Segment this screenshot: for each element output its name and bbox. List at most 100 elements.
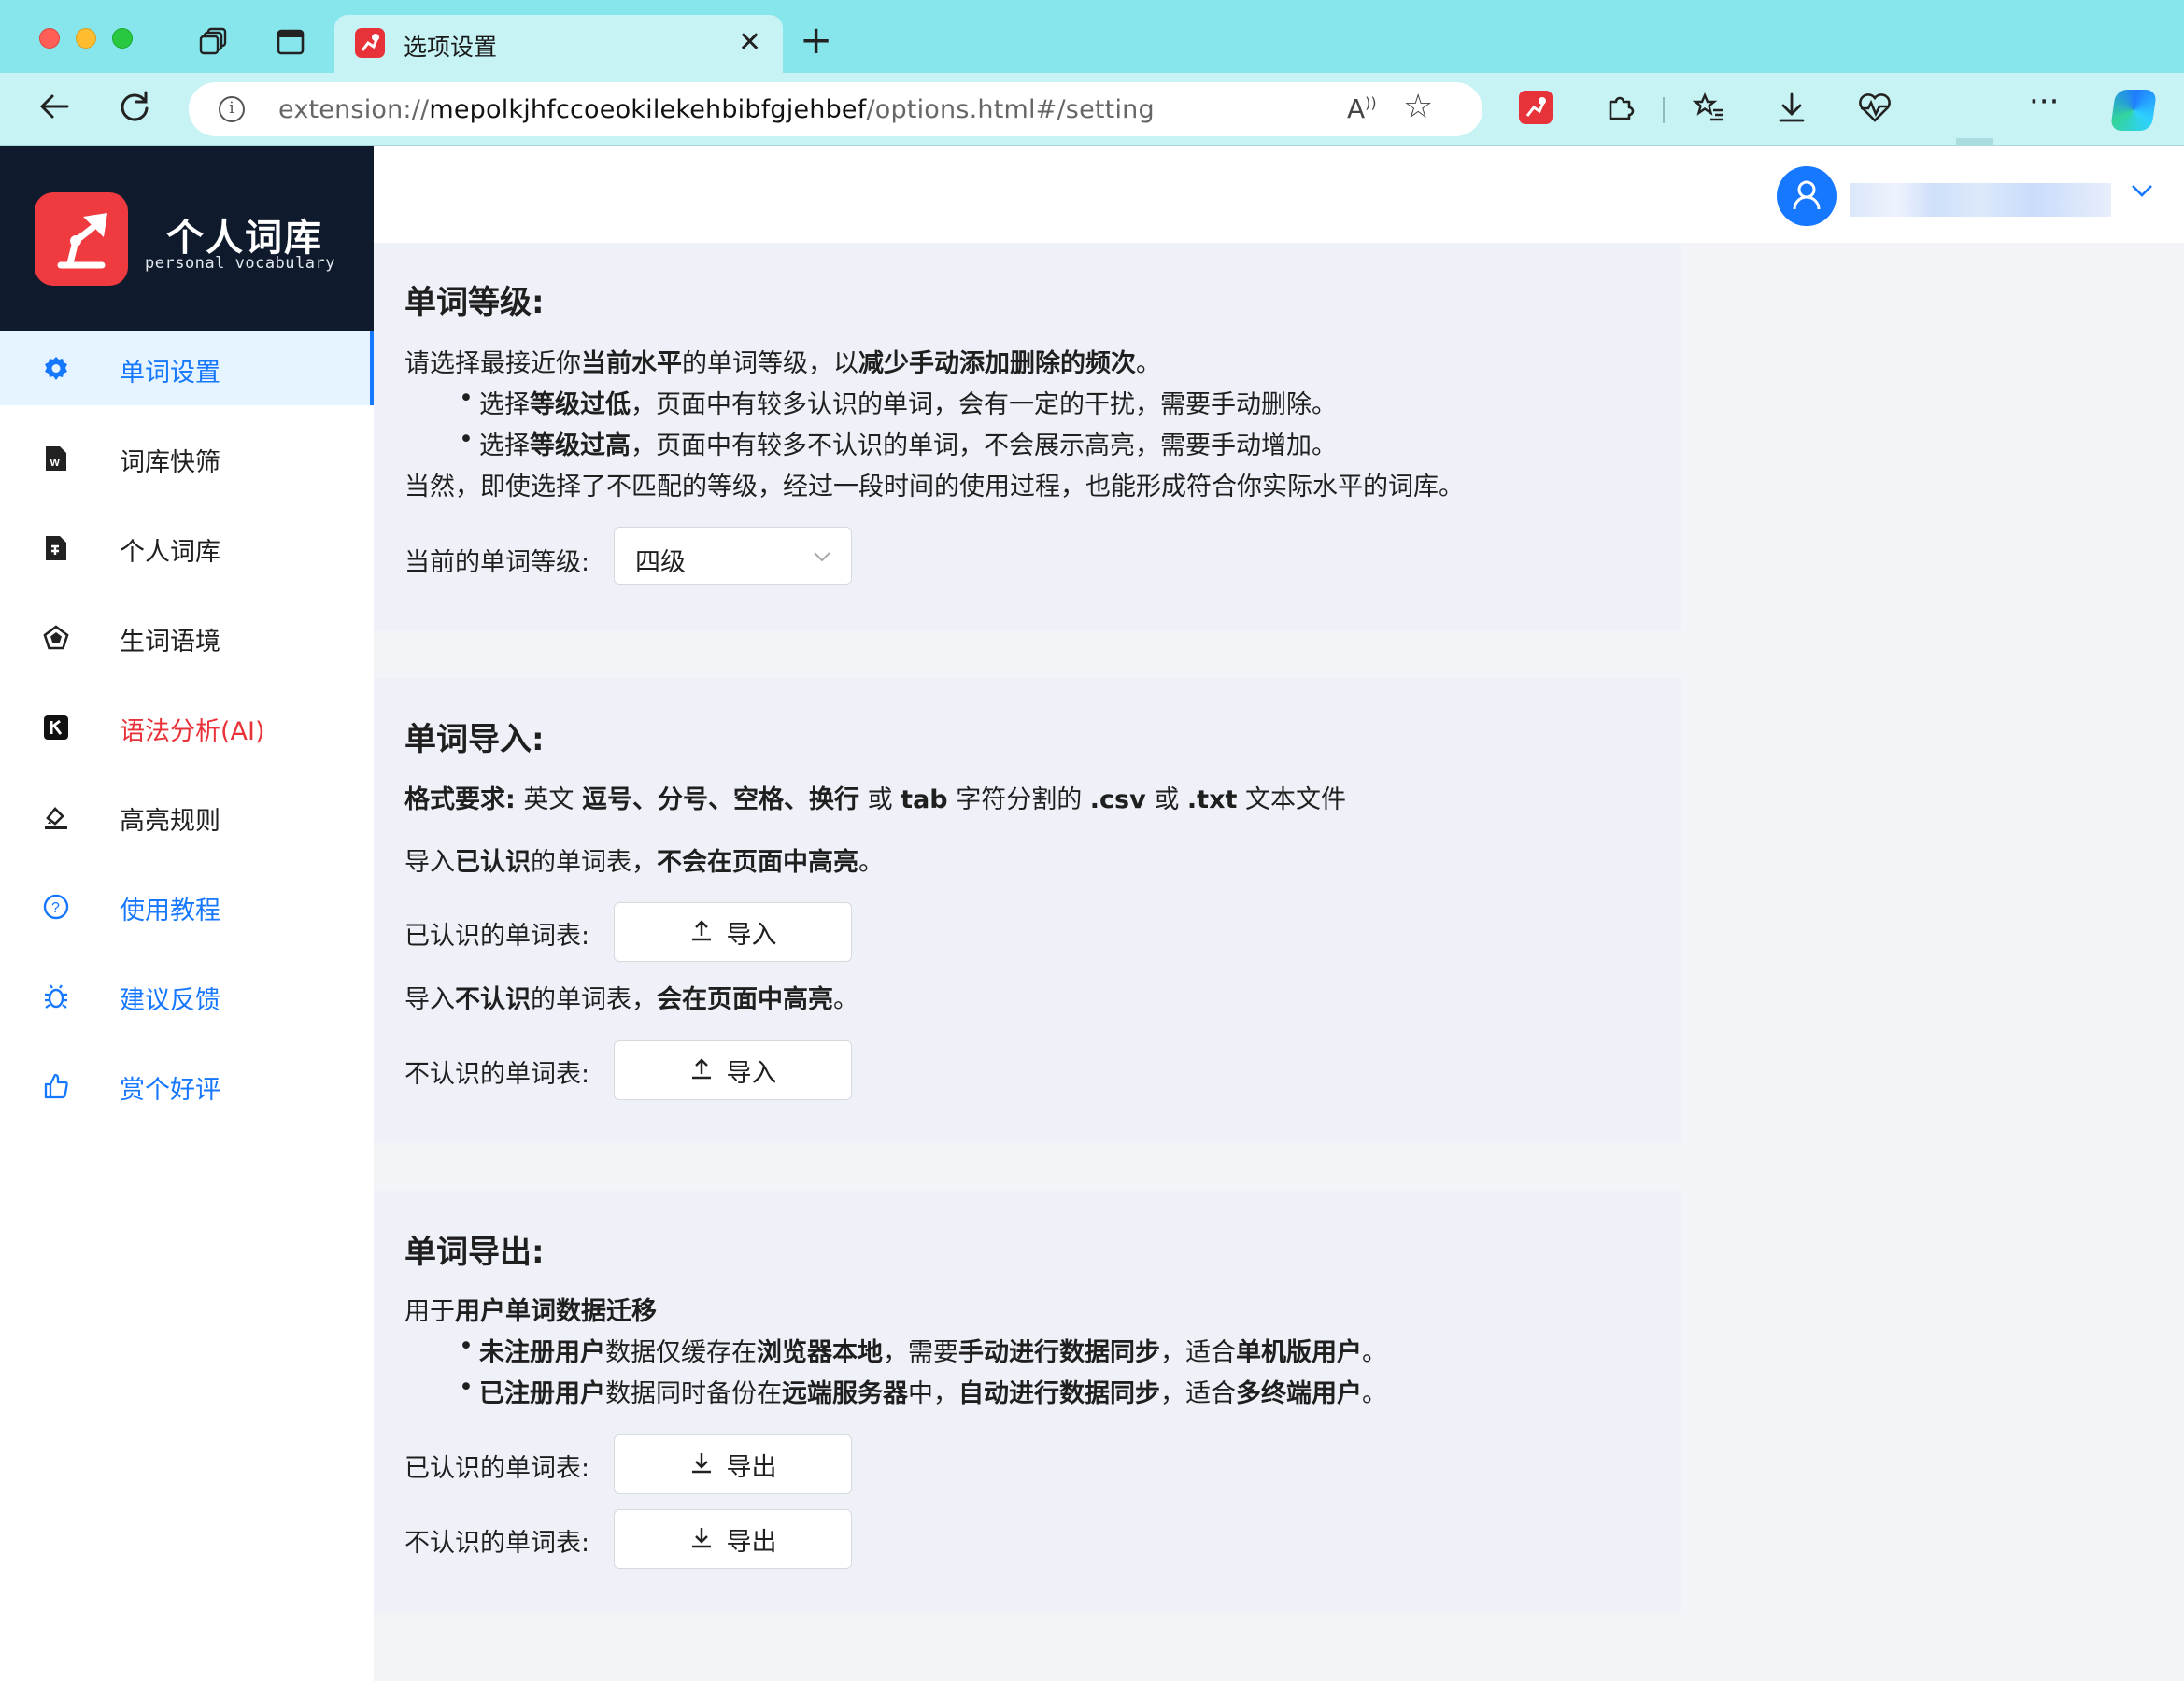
export-known-label: 已认识的单词表: (404, 1454, 590, 1483)
site-info-icon[interactable]: i (219, 96, 245, 122)
brand-logo-icon (35, 192, 128, 286)
tab-options-settings[interactable]: 选项设置 ✕ (334, 15, 783, 73)
sidebar-item-grammar-ai[interactable]: 语法分析(AI) (0, 689, 374, 764)
brand-header: 个人词库 personal vocabulary (0, 146, 374, 331)
section-title: 单词导入: (404, 721, 545, 758)
level-bullet-low: 选择等级过低，页面中有较多认识的单词，会有一定的干扰，需要手动删除。 (459, 384, 1337, 420)
sidebar-item-label: 生词语境 (120, 628, 220, 657)
tab-title: 选项设置 (404, 34, 498, 61)
sidebar-item-rate-us[interactable]: 赏个好评 (0, 1048, 374, 1123)
svg-text:?: ? (51, 900, 60, 916)
address-bar[interactable]: i extension://mepolkjhfccoeokilekehbibfg… (189, 82, 1482, 136)
address-toolbar: i extension://mepolkjhfccoeokilekehbibfg… (0, 73, 2184, 217)
download-icon (689, 1525, 714, 1553)
downloads-icon[interactable] (1775, 91, 1808, 124)
window-zoom-button[interactable] (112, 28, 133, 49)
button-label: 导入 (726, 920, 777, 950)
toolbar-divider (1663, 97, 1665, 123)
word-level-select[interactable]: 四级 (614, 527, 852, 585)
upload-icon (689, 918, 714, 946)
import-unknown-button[interactable]: 导入 (614, 1040, 852, 1100)
bug-icon (41, 982, 71, 1011)
back-button[interactable] (35, 88, 73, 131)
blurred-username[interactable] (1850, 183, 2111, 217)
window-close-button[interactable] (39, 28, 60, 49)
tab-close-icon[interactable]: ✕ (738, 26, 761, 59)
ai-grammar-icon (41, 713, 71, 742)
extension-favicon-icon (355, 28, 385, 58)
vocabulary-file-icon (41, 533, 71, 563)
import-known-description: 导入已认识的单词表，不会在页面中高亮。 (404, 848, 884, 877)
browser-tab-bar: 选项设置 ✕ + (0, 0, 2184, 73)
button-label: 导出 (726, 1452, 777, 1482)
gear-icon (41, 354, 71, 384)
copilot-icon[interactable] (2109, 90, 2158, 131)
sidebar-item-label: 单词设置 (120, 359, 220, 388)
vocabulary-extension-icon[interactable] (1519, 91, 1553, 124)
reload-button[interactable] (116, 88, 153, 131)
word-level-section: 单词等级: 请选择最接近你当前水平的单词等级，以减少手动添加删除的频次。 选择等… (374, 243, 1681, 630)
window-minimize-button[interactable] (76, 28, 96, 49)
sidebar-item-label: 建议反馈 (120, 986, 220, 1015)
sidebar-item-label: 词库快筛 (120, 448, 220, 477)
level-note: 当然，即使选择了不匹配的等级，经过一段时间的使用过程，也能形成符合你实际水平的词… (404, 473, 1464, 501)
sidebar-item-label: 个人词库 (120, 538, 220, 567)
sidebar-item-highlight-rules[interactable]: 高亮规则 (0, 779, 374, 854)
workspaces-icon[interactable] (198, 24, 232, 58)
export-unknown-button[interactable]: 导出 (614, 1509, 852, 1569)
sidebar-item-label: 使用教程 (120, 897, 220, 925)
highlighter-icon (41, 802, 71, 832)
word-document-icon: W (41, 444, 71, 473)
select-value: 四级 (635, 548, 686, 577)
more-options-icon[interactable]: ··· (2029, 86, 2059, 118)
download-icon (689, 1450, 714, 1478)
word-import-section: 单词导入: 格式要求: 英文 逗号、分号、空格、换行 或 tab 字符分割的 .… (374, 678, 1681, 1143)
export-bullet-registered: 已注册用户数据同时备份在远端服务器中，自动进行数据同步，适合多终端用户。 (459, 1373, 1387, 1409)
sidebar-item-tutorial[interactable]: ? 使用教程 (0, 869, 374, 943)
export-known-button[interactable]: 导出 (614, 1434, 852, 1494)
sidebar-item-label: 赏个好评 (120, 1076, 220, 1105)
extensions-puzzle-icon[interactable] (1603, 91, 1637, 124)
sidebar-item-label: 高亮规则 (120, 807, 220, 836)
export-bullet-unregistered: 未注册用户数据仅缓存在浏览器本地，需要手动进行数据同步，适合单机版用户。 (459, 1332, 1387, 1368)
export-intro: 用于用户单词数据迁移 (404, 1297, 657, 1326)
button-label: 导入 (726, 1058, 777, 1088)
vertical-tabs-icon[interactable] (275, 26, 306, 58)
sidebar: 个人词库 personal vocabulary 单词设置 W 词库快筛 个人词… (0, 146, 374, 1681)
import-known-button[interactable]: 导入 (614, 902, 852, 962)
import-format-requirements: 格式要求: 英文 逗号、分号、空格、换行 或 tab 字符分割的 .csv 或 … (404, 785, 1346, 814)
thumbs-up-icon (41, 1071, 71, 1101)
word-export-section: 单词导出: 用于用户单词数据迁移 未注册用户数据仅缓存在浏览器本地，需要手动进行… (374, 1191, 1681, 1613)
user-avatar-icon[interactable] (1777, 166, 1837, 226)
read-aloud-icon[interactable]: A)) (1347, 93, 1377, 124)
sidebar-item-word-context[interactable]: 生词语境 (0, 600, 374, 674)
level-select-label: 当前的单词等级: (404, 548, 590, 577)
url-text[interactable]: extension://mepolkjhfccoeokilekehbibfgje… (278, 95, 1155, 124)
sidebar-item-word-settings[interactable]: 单词设置 (0, 331, 374, 405)
section-title: 单词导出: (404, 1234, 545, 1271)
import-unknown-description: 导入不认识的单词表，会在页面中高亮。 (404, 985, 858, 1014)
brand-subtitle: personal vocabulary (145, 254, 335, 273)
sidebar-item-quick-filter[interactable]: W 词库快筛 (0, 420, 374, 495)
favorites-list-icon[interactable] (1692, 91, 1726, 124)
browser-essentials-icon[interactable] (1857, 91, 1891, 124)
sidebar-item-label: 语法分析(AI) (120, 717, 265, 746)
section-title: 单词等级: (404, 284, 545, 321)
favorite-star-icon[interactable]: ☆ (1403, 88, 1433, 126)
pentagon-context-icon (41, 623, 71, 653)
level-bullet-high: 选择等级过高，页面中有较多不认识的单词，不会展示高亮，需要手动增加。 (459, 425, 1337, 461)
sidebar-item-feedback[interactable]: 建议反馈 (0, 958, 374, 1033)
level-intro: 请选择最接近你当前水平的单词等级，以减少手动添加删除的频次。 (404, 349, 1161, 378)
button-label: 导出 (726, 1527, 777, 1557)
chevron-down-icon[interactable] (2130, 177, 2154, 210)
export-unknown-label: 不认识的单词表: (404, 1529, 590, 1558)
question-circle-icon: ? (41, 892, 71, 922)
sidebar-item-personal-vocabulary[interactable]: 个人词库 (0, 510, 374, 585)
top-header (374, 146, 2184, 243)
import-known-label: 已认识的单词表: (404, 922, 590, 951)
import-unknown-label: 不认识的单词表: (404, 1060, 590, 1089)
svg-text:W: W (50, 458, 61, 469)
chevron-down-icon (812, 546, 832, 567)
upload-icon (689, 1056, 714, 1084)
new-tab-button[interactable]: + (800, 21, 832, 60)
